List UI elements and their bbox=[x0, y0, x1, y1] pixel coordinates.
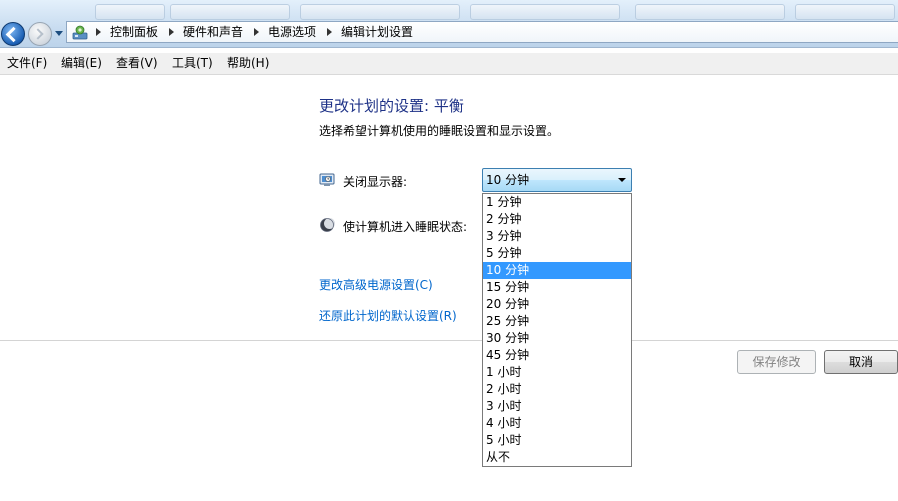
background-tab bbox=[95, 4, 165, 20]
title-bar: 控制面板 硬件和声音 电源选项 编辑计划设置 bbox=[0, 0, 898, 48]
breadcrumb-edit-plan[interactable]: 编辑计划设置 bbox=[341, 22, 413, 42]
breadcrumb-hardware-sound[interactable]: 硬件和声音 bbox=[183, 22, 243, 42]
recent-pages-dropdown[interactable] bbox=[55, 31, 63, 36]
sleep-moon-icon bbox=[320, 218, 335, 232]
background-tab bbox=[795, 4, 895, 20]
address-bar[interactable]: 控制面板 硬件和声音 电源选项 编辑计划设置 bbox=[66, 21, 898, 43]
monitor-icon bbox=[319, 173, 335, 186]
forward-button[interactable] bbox=[28, 22, 52, 46]
dropdown-option[interactable]: 3 分钟 bbox=[483, 228, 631, 245]
breadcrumb-separator-icon[interactable] bbox=[254, 28, 259, 36]
save-changes-button[interactable]: 保存修改 bbox=[737, 350, 816, 374]
menu-edit[interactable]: 编辑(E) bbox=[61, 53, 102, 74]
display-timeout-select[interactable]: 10 分钟 bbox=[482, 168, 632, 192]
dropdown-option[interactable]: 2 小时 bbox=[483, 381, 631, 398]
breadcrumb-control-panel[interactable]: 控制面板 bbox=[110, 22, 158, 42]
dropdown-option[interactable]: 5 小时 bbox=[483, 432, 631, 449]
chevron-down-icon[interactable] bbox=[618, 178, 626, 182]
page-title: 更改计划的设置: 平衡 bbox=[319, 97, 464, 115]
dropdown-option[interactable]: 2 分钟 bbox=[483, 211, 631, 228]
menu-tools[interactable]: 工具(T) bbox=[172, 53, 213, 74]
display-timeout-value: 10 分钟 bbox=[486, 173, 530, 187]
page-subtitle: 选择希望计算机使用的睡眠设置和显示设置。 bbox=[319, 124, 560, 138]
background-tab bbox=[300, 4, 460, 20]
dropdown-option[interactable]: 1 小时 bbox=[483, 364, 631, 381]
menu-view[interactable]: 查看(V) bbox=[116, 53, 158, 74]
control-panel-icon bbox=[72, 25, 88, 40]
menu-help[interactable]: 帮助(H) bbox=[227, 53, 269, 74]
display-timeout-dropdown-list: 1 分钟 2 分钟 3 分钟 5 分钟 10 分钟 15 分钟 20 分钟 25 分钟 30 分… bbox=[482, 193, 632, 467]
breadcrumb-power-options[interactable]: 电源选项 bbox=[268, 22, 316, 42]
background-tab bbox=[635, 4, 785, 20]
background-tab bbox=[470, 4, 620, 20]
dropdown-option[interactable]: 45 分钟 bbox=[483, 347, 631, 364]
menu-file[interactable]: 文件(F) bbox=[7, 53, 47, 74]
dropdown-option[interactable]: 4 小时 bbox=[483, 415, 631, 432]
divider bbox=[0, 340, 898, 341]
dropdown-option[interactable]: 1 分钟 bbox=[483, 194, 631, 211]
background-tab bbox=[170, 4, 290, 20]
dropdown-option[interactable]: 25 分钟 bbox=[483, 313, 631, 330]
dropdown-option[interactable]: 5 分钟 bbox=[483, 245, 631, 262]
back-button[interactable] bbox=[1, 22, 25, 46]
sleep-label: 使计算机进入睡眠状态: bbox=[343, 220, 468, 234]
menu-bar: 文件(F) 编辑(E) 查看(V) 工具(T) 帮助(H) bbox=[0, 53, 898, 75]
dropdown-option[interactable]: 30 分钟 bbox=[483, 330, 631, 347]
cancel-button[interactable]: 取消 bbox=[824, 350, 898, 374]
dropdown-option[interactable]: 20 分钟 bbox=[483, 296, 631, 313]
advanced-power-settings-link[interactable]: 更改高级电源设置(C) bbox=[319, 276, 433, 293]
restore-defaults-link[interactable]: 还原此计划的默认设置(R) bbox=[319, 307, 457, 324]
dropdown-option[interactable]: 10 分钟 bbox=[483, 262, 631, 279]
breadcrumb-separator-icon[interactable] bbox=[96, 28, 101, 36]
breadcrumb-separator-icon[interactable] bbox=[327, 28, 332, 36]
turn-off-display-label: 关闭显示器: bbox=[343, 175, 408, 189]
dropdown-option[interactable]: 从不 bbox=[483, 449, 631, 466]
dropdown-option[interactable]: 3 小时 bbox=[483, 398, 631, 415]
breadcrumb-separator-icon[interactable] bbox=[169, 28, 174, 36]
dropdown-option[interactable]: 15 分钟 bbox=[483, 279, 631, 296]
